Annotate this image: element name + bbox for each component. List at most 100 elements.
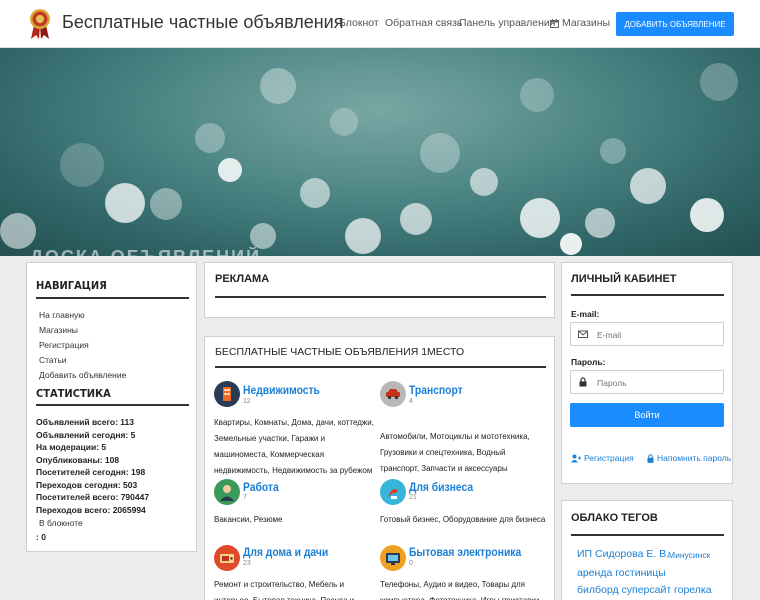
account-title: Личный кабинет [571, 273, 677, 285]
bokeh-light [300, 178, 330, 208]
bokeh-light [60, 143, 104, 187]
bokeh-light [345, 218, 381, 254]
category-home-garden[interactable]: Для дома и дачи [243, 545, 328, 559]
award-ribbon-logo[interactable] [29, 8, 51, 40]
bokeh-light [520, 78, 554, 112]
sidebar-item-add-listing[interactable]: Добавить объявление [39, 370, 126, 380]
email-field-wrapper [570, 322, 724, 346]
sidebar-item-articles[interactable]: Статьи [39, 355, 67, 365]
bokeh-light [585, 208, 615, 238]
tv-icon[interactable] [380, 545, 406, 571]
calendar-icon [550, 18, 559, 28]
nav-stores-link[interactable]: Магазины [550, 17, 610, 29]
category-transport-count: 4 [409, 398, 413, 405]
email-label: E-mail: [571, 309, 600, 319]
real-estate-icon[interactable] [214, 381, 240, 407]
bokeh-light [420, 133, 460, 173]
sidebar-item-stores[interactable]: Магазины [39, 325, 78, 335]
bokeh-light [560, 233, 582, 255]
bokeh-light [250, 223, 276, 249]
category-transport-desc: Автомобили, Мотоциклы и мототехника, Гру… [380, 432, 530, 473]
bokeh-light [700, 63, 738, 101]
catalog-title: Бесплатные частные объявления 1место [215, 346, 465, 358]
category-electronics-desc: Телефоны, Аудио и видео, Товары для комп… [380, 580, 539, 600]
notepad-count: : 0 [36, 532, 46, 542]
password-field-wrapper [570, 370, 724, 394]
stat-visitors-today: Посетителей сегодня: 198 [36, 467, 146, 477]
bokeh-light [330, 108, 358, 136]
remind-password-link[interactable]: Напомнить пароль [647, 453, 731, 463]
add-listing-button[interactable]: Добавить объявление [616, 12, 734, 36]
lock-icon [647, 453, 654, 463]
bokeh-light [600, 138, 626, 164]
password-label: Пароль: [571, 357, 606, 367]
bokeh-light [260, 68, 296, 104]
bokeh-light [690, 198, 724, 232]
password-input[interactable] [597, 375, 717, 390]
tag-item[interactable]: ИП Сидорова Е. В. [577, 548, 669, 560]
category-business-count: 21 [409, 494, 417, 501]
statistics-title: Статистика [36, 387, 111, 400]
register-link[interactable]: Регистрация [571, 453, 634, 463]
tag-item[interactable]: горелка [674, 584, 712, 596]
category-electronics-count: 0 [409, 560, 413, 567]
nav-dashboard-link[interactable]: Панель управления [459, 17, 555, 29]
tag-cloud-divider [571, 534, 724, 536]
stat-today-ads: Объявлений сегодня: 5 [36, 430, 136, 440]
stat-total-ads: Объявлений всего: 113 [36, 417, 134, 427]
category-home-garden-count: 23 [243, 560, 251, 567]
bokeh-light [520, 198, 560, 238]
sidebar-item-home[interactable]: На главную [39, 310, 85, 320]
stat-moderation: На модерации: 5 [36, 442, 107, 452]
category-real-estate[interactable]: Недвижимость [243, 383, 320, 397]
category-home-garden-desc: Ремонт и строительство, Мебель и интерье… [214, 580, 354, 600]
category-transport[interactable]: Транспорт [409, 383, 463, 397]
bokeh-light [630, 168, 666, 204]
notepad-link[interactable]: В блокноте [39, 518, 83, 528]
navigation-divider [36, 297, 189, 299]
bokeh-light [150, 188, 182, 220]
category-business-desc: Готовый бизнес, Оборудование для бизнеса [380, 515, 546, 524]
stat-published: Опубликованы: 108 [36, 455, 120, 465]
nav-stores-label: Магазины [562, 17, 611, 29]
category-electronics[interactable]: Бытовая электроника [409, 545, 521, 559]
hero-banner [0, 48, 760, 256]
stat-visitors-total: Посетителей всего: 790447 [36, 492, 150, 502]
remind-password-label: Напомнить пароль [657, 453, 732, 463]
category-real-estate-count: 12 [243, 398, 251, 405]
account-divider [571, 294, 724, 296]
business-icon[interactable] [380, 479, 406, 505]
home-appliance-icon[interactable] [214, 545, 240, 571]
email-input[interactable] [597, 327, 717, 342]
lock-icon [579, 377, 587, 387]
nav-notepad-link[interactable]: Блокнот [339, 17, 379, 29]
stat-clicks-today: Переходов сегодня: 503 [36, 480, 138, 490]
bokeh-light [400, 203, 432, 235]
tag-item[interactable]: аренда гостиницы [577, 567, 666, 579]
statistics-divider [36, 404, 189, 406]
register-link-label: Регистрация [584, 453, 634, 463]
category-real-estate-desc: Квартиры, Комнаты, Дома, дачи, коттеджи,… [214, 418, 374, 475]
site-title[interactable]: Бесплатные частные объявления [62, 12, 343, 33]
bokeh-light [105, 183, 145, 223]
nav-feedback-link[interactable]: Обратная связь [385, 17, 462, 29]
bokeh-light [195, 123, 225, 153]
catalog-divider [215, 366, 546, 368]
ads-panel [204, 262, 555, 318]
tag-item[interactable]: Минусинск [668, 550, 710, 560]
category-jobs-count: 7 [243, 494, 247, 501]
stat-clicks-total: Переходов всего: 2065994 [36, 505, 146, 515]
navigation-title: Навигация [36, 279, 107, 292]
login-button[interactable]: Войти [570, 403, 724, 427]
ads-title: Реклама [215, 273, 270, 285]
sidebar-item-registration[interactable]: Регистрация [39, 340, 89, 350]
car-icon[interactable] [380, 381, 406, 407]
tag-cloud-title: Облако тегов [571, 512, 658, 524]
category-business[interactable]: Для бизнеса [409, 480, 473, 494]
bokeh-light [218, 158, 242, 182]
tag-item[interactable]: билборд суперсайт [577, 584, 671, 596]
category-jobs[interactable]: Работа [243, 480, 279, 494]
worker-icon[interactable] [214, 479, 240, 505]
category-jobs-desc: Вакансии, Резюме [214, 515, 283, 524]
bokeh-light [470, 168, 498, 196]
